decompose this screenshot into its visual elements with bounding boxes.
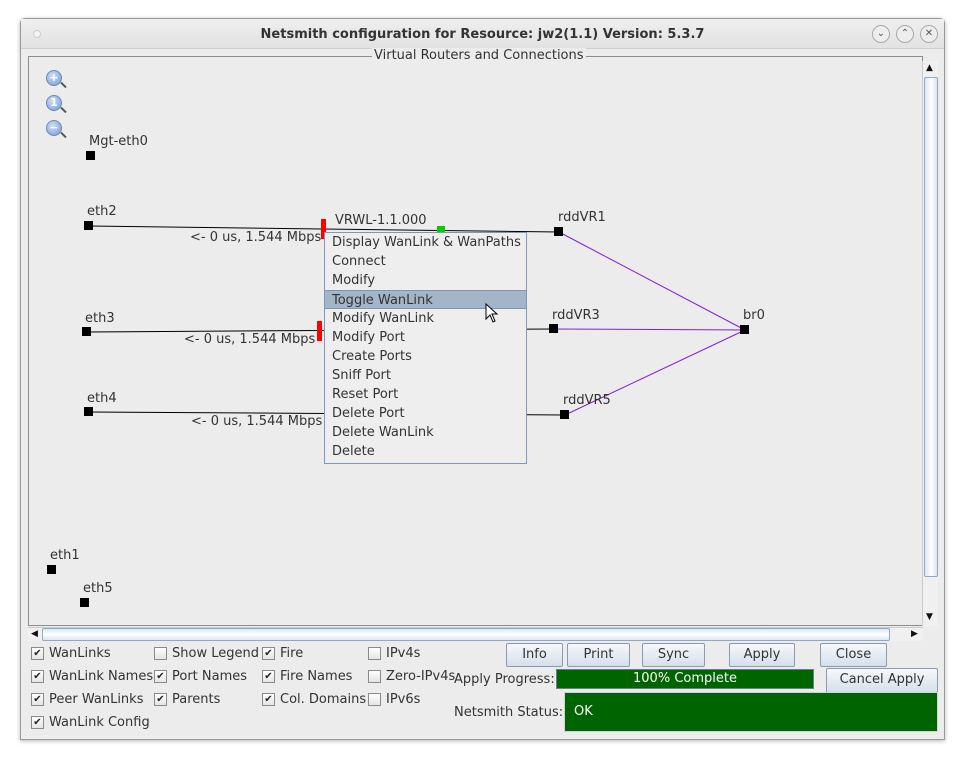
menu-item-reset-port[interactable]: Reset Port xyxy=(325,385,526,404)
vertical-scrollbar[interactable]: ▲ ▼ xyxy=(922,61,938,626)
mouse-cursor-icon xyxy=(485,303,499,323)
port-node xyxy=(80,598,89,607)
checkbox-wanlink-names[interactable]: ✔ WanLink Names xyxy=(31,669,153,685)
horizontal-scrollbar[interactable]: ◀ ▶ xyxy=(28,627,923,641)
info-button[interactable]: Info xyxy=(506,643,563,667)
router-node xyxy=(560,410,569,419)
sync-button[interactable]: Sync xyxy=(642,643,705,667)
scroll-down-icon[interactable]: ▼ xyxy=(926,612,933,622)
port-label[interactable]: eth4 xyxy=(87,391,117,406)
menu-item-sniff-port[interactable]: Sniff Port xyxy=(325,366,526,385)
checkbox-fire-names[interactable]: ✔ Fire Names xyxy=(262,669,352,685)
checkbox-port-names[interactable]: ✔ Port Names xyxy=(154,669,247,685)
checkbox-parents[interactable]: ✔ Parents xyxy=(154,692,220,708)
checkbox-ipv4s[interactable]: IPv4s xyxy=(368,646,420,662)
netsmith-status-value: OK xyxy=(564,692,938,732)
apply-button[interactable]: Apply xyxy=(729,643,795,667)
router-node xyxy=(554,227,563,236)
checkbox-ipv6s[interactable]: IPv6s xyxy=(368,692,420,708)
port-node xyxy=(86,151,95,160)
check-icon: ✔ xyxy=(31,670,44,683)
router-node xyxy=(740,325,749,334)
router-label[interactable]: rddVR3 xyxy=(552,308,600,323)
apply-progress-bar: 100% Complete xyxy=(556,669,814,689)
menu-item-delete-port[interactable]: Delete Port xyxy=(325,404,526,423)
menu-item-delete-wanlink[interactable]: Delete WanLink xyxy=(325,423,526,442)
apply-progress-label: Apply Progress: xyxy=(454,672,555,687)
port-label[interactable]: eth2 xyxy=(87,204,117,219)
scroll-right-icon[interactable]: ▶ xyxy=(911,629,918,639)
cancel-apply-button[interactable]: Cancel Apply xyxy=(826,668,938,693)
checkbox-zero-ipv4s[interactable]: Zero-IPv4s xyxy=(368,669,455,685)
menu-item-delete[interactable]: Delete xyxy=(325,442,526,461)
netsmith-status-label: Netsmith Status: xyxy=(454,705,564,720)
check-icon: ✔ xyxy=(154,670,167,683)
link-rddVR3-br0 xyxy=(553,328,746,331)
menu-item-connect[interactable]: Connect xyxy=(325,252,526,271)
checkbox-col-domains[interactable]: ✔ Col. Domains xyxy=(262,692,366,708)
checkbox-fire[interactable]: ✔ Fire xyxy=(262,646,303,662)
check-icon: ✔ xyxy=(31,647,44,660)
link-label: <- 0 us, 1.544 Mbps xyxy=(191,414,323,429)
check-icon: ✔ xyxy=(262,647,275,660)
context-menu: Display WanLink & WanPaths Connect Modif… xyxy=(324,232,527,464)
router-label[interactable]: rddVR5 xyxy=(563,393,611,408)
print-button[interactable]: Print xyxy=(567,643,630,667)
scroll-left-icon[interactable]: ◀ xyxy=(31,629,38,639)
port-label[interactable]: eth5 xyxy=(83,581,113,596)
horizontal-scroll-thumb[interactable] xyxy=(42,628,890,641)
link-label: <- 0 us, 1.544 Mbps xyxy=(190,230,322,245)
checkbox-wanlinks[interactable]: ✔ WanLinks xyxy=(31,646,111,662)
link-label: <- 0 us, 1.544 Mbps xyxy=(184,332,316,347)
port-label[interactable]: eth3 xyxy=(85,311,115,326)
menu-item-create-ports[interactable]: Create Ports xyxy=(325,347,526,366)
vertical-scroll-thumb[interactable] xyxy=(924,77,938,577)
port-label[interactable]: eth1 xyxy=(50,548,80,563)
port-node xyxy=(82,327,91,336)
wanlink-endpoint-eth3 xyxy=(317,321,322,341)
check-icon: ✔ xyxy=(262,693,275,706)
checkbox-show-legend[interactable]: Show Legend xyxy=(154,646,259,662)
check-icon: ✔ xyxy=(31,693,44,706)
router-node xyxy=(549,324,558,333)
wanlink-label[interactable]: VRWL-1.1.000 xyxy=(335,213,427,228)
check-icon: ✔ xyxy=(262,670,275,683)
netsmith-window: Netsmith configuration for Resource: jw2… xyxy=(20,18,945,740)
checkbox-wanlink-config[interactable]: ✔ WanLink Config xyxy=(31,715,150,731)
port-node xyxy=(84,221,93,230)
router-label[interactable]: rddVR1 xyxy=(558,210,606,225)
router-label[interactable]: br0 xyxy=(743,308,765,323)
check-icon: ✔ xyxy=(154,693,167,706)
check-icon: ✔ xyxy=(31,716,44,729)
menu-item-modify[interactable]: Modify xyxy=(325,271,526,290)
menu-item-display-wanlink[interactable]: Display WanLink & WanPaths xyxy=(325,233,526,252)
port-label[interactable]: Mgt-eth0 xyxy=(89,134,148,149)
close-button[interactable]: Close xyxy=(820,643,887,667)
menu-item-modify-port[interactable]: Modify Port xyxy=(325,328,526,347)
port-node xyxy=(84,407,93,416)
port-node xyxy=(47,565,56,574)
scroll-up-icon[interactable]: ▲ xyxy=(926,63,933,73)
checkbox-peer-wanlinks[interactable]: ✔ Peer WanLinks xyxy=(31,692,143,708)
